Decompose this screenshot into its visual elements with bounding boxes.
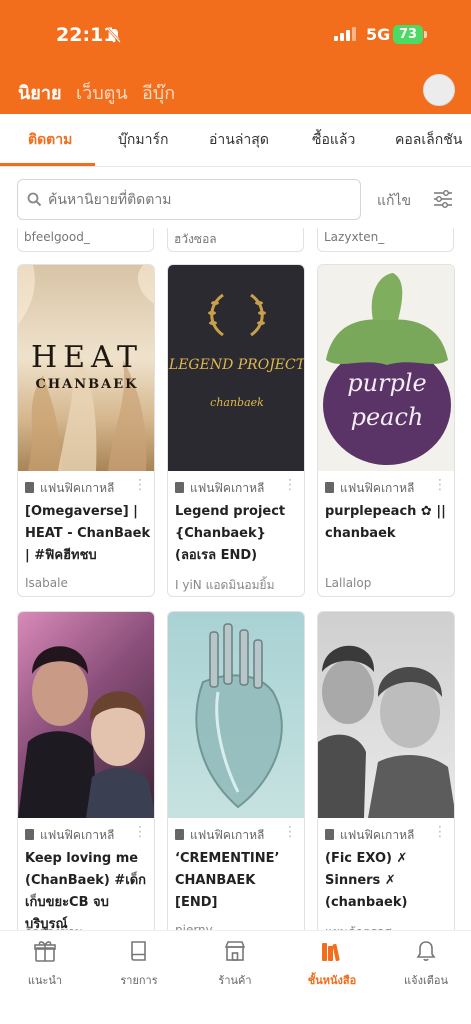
cover-image bbox=[318, 612, 454, 818]
category-label: แฟนฟิคเกาหลี bbox=[40, 481, 115, 495]
app-header: 22:11 5G 73 นิยาย เว็บตูน อีบุ๊ก bbox=[0, 0, 471, 114]
category-label: แฟนฟิคเกาหลี bbox=[340, 828, 415, 842]
more-options-icon[interactable]: ⋮ bbox=[133, 477, 147, 493]
novel-title: (Fic EXO) ✗ Sinners ✗ (chanbaek) bbox=[325, 851, 408, 910]
book-icon bbox=[131, 941, 146, 961]
category-label: แฟนฟิคเกาหลี bbox=[40, 828, 115, 842]
cover-subtitle: peach bbox=[350, 403, 424, 431]
more-options-icon[interactable]: ⋮ bbox=[433, 824, 447, 840]
nav-label: รายการ bbox=[120, 974, 158, 987]
cover-image: HEAT CHANBAEK bbox=[18, 265, 154, 471]
novel-card[interactable]: แฟนฟิคเกาหลี ⋮ (Fic EXO) ✗ Sinners ✗ (ch… bbox=[317, 611, 455, 941]
signal-icon bbox=[334, 27, 356, 41]
cover-image: purple peach bbox=[318, 265, 454, 471]
subtab-collection[interactable]: คอลเล็กชัน bbox=[395, 129, 462, 151]
bookshelf-icon bbox=[322, 943, 340, 962]
more-options-icon[interactable]: ⋮ bbox=[133, 824, 147, 840]
search-icon bbox=[27, 192, 42, 207]
book-category-icon bbox=[25, 482, 34, 493]
cover-image bbox=[18, 612, 154, 818]
more-options-icon[interactable]: ⋮ bbox=[433, 477, 447, 493]
battery-cap bbox=[424, 31, 427, 38]
tab-novel[interactable]: นิยาย bbox=[18, 78, 62, 107]
nav-label: ชั้นหนังสือ bbox=[307, 974, 357, 987]
library-subtabs: ติดตาม บุ๊กมาร์ก อ่านล่าสุด ซื้อแล้ว คอล… bbox=[0, 114, 471, 167]
book-category-icon bbox=[175, 482, 184, 493]
list-item[interactable]: bfeelgood_ bbox=[17, 228, 154, 252]
novel-title: [Omegaverse] | HEAT - ChanBaek | #ฟิคฮีท… bbox=[25, 504, 151, 563]
subtab-recent[interactable]: อ่านล่าสุด bbox=[209, 129, 269, 151]
cover-image bbox=[168, 612, 304, 818]
store-icon bbox=[224, 941, 246, 961]
book-category-icon bbox=[25, 829, 34, 840]
more-options-icon[interactable]: ⋮ bbox=[283, 477, 297, 493]
edit-button[interactable]: แก้ไข bbox=[377, 190, 411, 212]
book-category-icon bbox=[325, 829, 334, 840]
author-name: I yiN แอดมินอมยิ้ม bbox=[175, 578, 275, 592]
bell-icon bbox=[416, 941, 436, 961]
cover-image: LEGEND PROJECT chanbaek bbox=[168, 265, 304, 471]
cover-title: LEGEND PROJECT bbox=[168, 357, 304, 373]
author-name: ฮวังซอล bbox=[174, 232, 217, 246]
novel-title: ‘CREMENTINE’ CHANBAEK [END] bbox=[175, 851, 280, 910]
bell-muted-icon bbox=[107, 28, 121, 43]
category-label: แฟนฟิคเกาหลี bbox=[340, 481, 415, 495]
category-label: แฟนฟิคเกาหลี bbox=[190, 828, 265, 842]
cover-title: purple bbox=[347, 369, 427, 397]
tab-ebook[interactable]: อีบุ๊ก bbox=[142, 78, 175, 107]
list-item[interactable]: ฮวังซอล bbox=[167, 228, 304, 252]
book-category-icon bbox=[175, 829, 184, 840]
novel-title: Legend project {Chanbaek} (ลอเรล END) bbox=[175, 504, 286, 563]
book-category-icon bbox=[325, 482, 334, 493]
search-input[interactable] bbox=[48, 188, 348, 212]
nav-label: แนะนำ bbox=[27, 974, 63, 987]
cover-title: HEAT bbox=[30, 340, 144, 375]
nav-label: แจ้งเตือน bbox=[404, 974, 448, 987]
author-name: Lazyxten_ bbox=[324, 230, 385, 244]
search-box[interactable] bbox=[17, 179, 361, 220]
subtab-bookmark[interactable]: บุ๊กมาร์ก bbox=[118, 129, 168, 151]
novel-card[interactable]: แฟนฟิคเกาหลี ⋮ ‘CREMENTINE’ CHANBAEK [EN… bbox=[167, 611, 305, 941]
author-name: bfeelgood_ bbox=[24, 230, 90, 244]
filter-settings-icon[interactable] bbox=[433, 190, 453, 208]
list-item[interactable]: Lazyxten_ bbox=[317, 228, 454, 252]
nav-label: ร้านค้า bbox=[218, 974, 252, 987]
novel-card[interactable]: LEGEND PROJECT chanbaek แฟนฟิคเกาหลี ⋮ L… bbox=[167, 264, 305, 597]
avatar[interactable] bbox=[423, 74, 455, 106]
novel-card[interactable]: purple peach แฟนฟิคเกาหลี ⋮ purplepeach … bbox=[317, 264, 455, 597]
author-name: Lallalop bbox=[325, 576, 372, 590]
subtab-purchased[interactable]: ซื้อแล้ว bbox=[312, 129, 355, 151]
novel-title: purplepeach ✿ || chanbaek bbox=[325, 504, 446, 541]
battery-indicator: 73 bbox=[393, 25, 423, 44]
author-name: Isabale bbox=[25, 576, 68, 590]
cover-subtitle: chanbaek bbox=[210, 396, 264, 409]
subtab-following[interactable]: ติดตาม bbox=[28, 129, 72, 151]
category-label: แฟนฟิคเกาหลี bbox=[190, 481, 265, 495]
more-options-icon[interactable]: ⋮ bbox=[283, 824, 297, 840]
novel-card[interactable]: แฟนฟิคเกาหลี ⋮ Keep loving me (ChanBaek)… bbox=[17, 611, 155, 941]
novel-card[interactable]: HEAT CHANBAEK แฟนฟิคเกาหลี ⋮ [Omegaverse… bbox=[17, 264, 155, 597]
bottom-nav: แนะนำ รายการ ร้านค้า ชั้นหนังสือ แจ้งเตื… bbox=[0, 930, 471, 1024]
tab-webtoon[interactable]: เว็บตูน bbox=[76, 78, 128, 107]
gift-icon bbox=[34, 941, 56, 962]
network-label: 5G bbox=[366, 25, 391, 44]
active-tab-indicator bbox=[0, 163, 95, 166]
cover-subtitle: CHANBAEK bbox=[35, 377, 139, 392]
